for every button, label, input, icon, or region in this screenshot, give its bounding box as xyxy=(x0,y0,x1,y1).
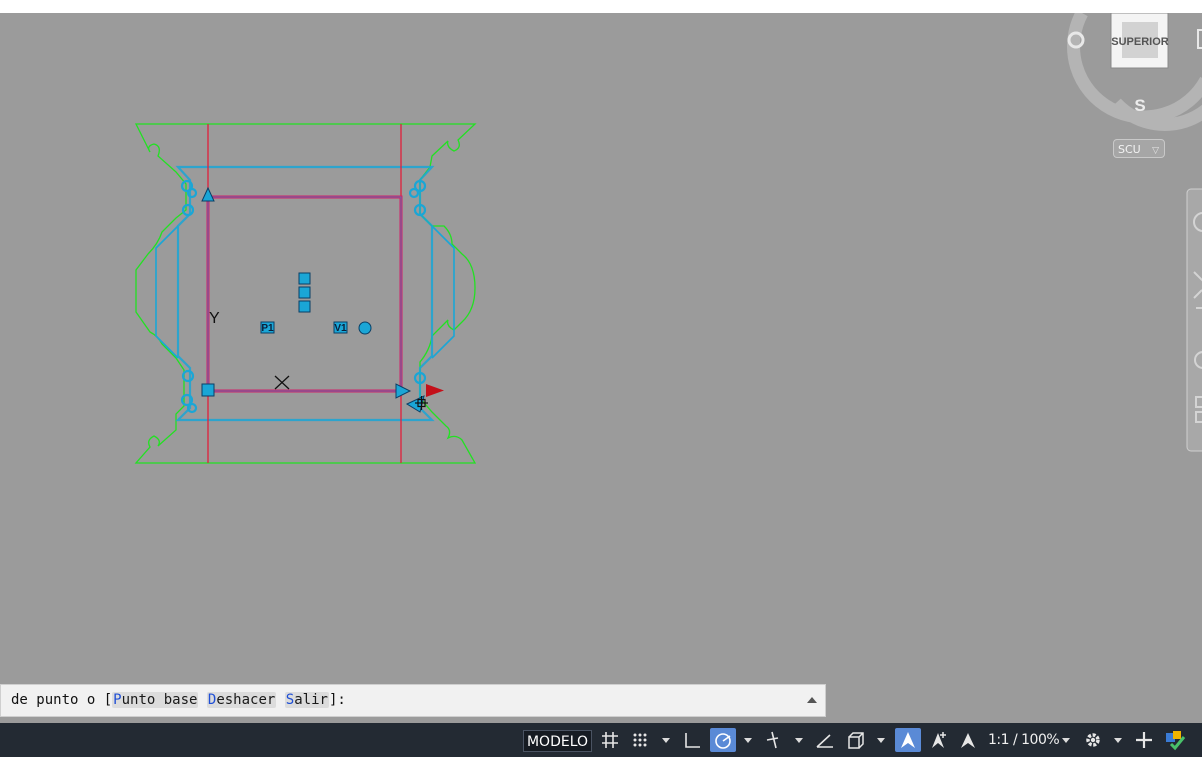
box-template-drawing[interactable]: P1 V1 Y xyxy=(134,123,477,464)
viewcube[interactable]: SUPERIOR S xyxy=(1067,13,1202,131)
option-deshacer[interactable]: Deshacer xyxy=(206,692,277,708)
annotation-scale-icon[interactable] xyxy=(955,728,981,752)
isodraft-icon[interactable] xyxy=(812,728,838,752)
command-line[interactable]: de punto o [Punto base Deshacer Salir]: xyxy=(0,684,826,717)
navigation-bar[interactable] xyxy=(1186,188,1202,452)
polar-dropdown-icon[interactable] xyxy=(744,738,752,743)
model-space-button[interactable]: MODELO xyxy=(523,730,592,752)
annotation-scale-value[interactable]: 1:1 / 100% xyxy=(988,728,1060,752)
object-snap-dropdown-icon[interactable] xyxy=(795,738,803,743)
3d-snap-dropdown-icon[interactable] xyxy=(877,738,885,743)
model-viewport[interactable]: SUPERIOR S P1 V1 Y SCU ▽ xyxy=(0,13,1202,723)
grip-markers[interactable]: P1 V1 xyxy=(201,186,425,413)
top-strip xyxy=(0,0,1202,13)
ortho-icon[interactable] xyxy=(679,728,705,752)
drawing-canvas[interactable]: SUPERIOR S P1 V1 Y xyxy=(0,13,1202,723)
grip-square-corner[interactable] xyxy=(201,383,215,397)
grip-triangle-right[interactable] xyxy=(395,383,412,399)
customization-icon[interactable] xyxy=(1162,728,1188,752)
gear-icon[interactable] xyxy=(1080,728,1106,752)
command-suffix: ]: xyxy=(328,692,346,708)
snap-icon[interactable] xyxy=(627,728,653,752)
direction-arrow-icon[interactable] xyxy=(426,384,444,397)
grid-icon[interactable] xyxy=(597,728,623,752)
axis-y-label: Y xyxy=(209,310,220,327)
grip-p1-label: P1 xyxy=(261,323,274,334)
grip-square-1[interactable] xyxy=(298,272,311,285)
3d-object-snap-icon[interactable] xyxy=(843,728,869,752)
option-punto-base[interactable]: Punto base xyxy=(112,692,199,708)
scale-dropdown-icon[interactable] xyxy=(1062,738,1070,743)
command-prompt[interactable]: de punto o [Punto base Deshacer Salir]: xyxy=(11,692,346,708)
scu-label: SCU xyxy=(1118,143,1141,156)
compass-south-label[interactable]: S xyxy=(1134,96,1145,115)
annotation-autoscale-icon[interactable] xyxy=(926,728,952,752)
scu-menu-button[interactable]: SCU ▽ xyxy=(1113,139,1165,158)
right-side-panel xyxy=(431,225,455,359)
grip-v1-label: V1 xyxy=(334,323,347,334)
workspace-dropdown-icon[interactable] xyxy=(1114,738,1122,743)
chevron-down-icon: ▽ xyxy=(1152,146,1159,156)
viewcube-face-label: SUPERIOR xyxy=(1111,36,1169,48)
status-bar: MODELO 1:1 / 100% xyxy=(0,723,1202,757)
command-history-up-icon[interactable] xyxy=(807,697,817,703)
polar-tracking-icon[interactable] xyxy=(710,728,736,752)
snap-dropdown-icon[interactable] xyxy=(662,738,670,743)
command-prefix: de punto o [ xyxy=(11,692,113,708)
option-salir[interactable]: Salir xyxy=(284,692,329,708)
annotation-visibility-icon[interactable] xyxy=(895,728,921,752)
grip-square-2[interactable] xyxy=(298,286,311,299)
grip-square-3[interactable] xyxy=(298,300,311,313)
plus-icon[interactable] xyxy=(1131,728,1157,752)
grip-triangle-top[interactable] xyxy=(201,186,215,202)
left-side-panel xyxy=(155,225,179,359)
grip-circle[interactable] xyxy=(358,321,372,335)
viewcube-side-marker[interactable] xyxy=(1197,29,1202,49)
object-snap-icon[interactable] xyxy=(760,728,786,752)
ucs-x-marker xyxy=(274,375,290,390)
